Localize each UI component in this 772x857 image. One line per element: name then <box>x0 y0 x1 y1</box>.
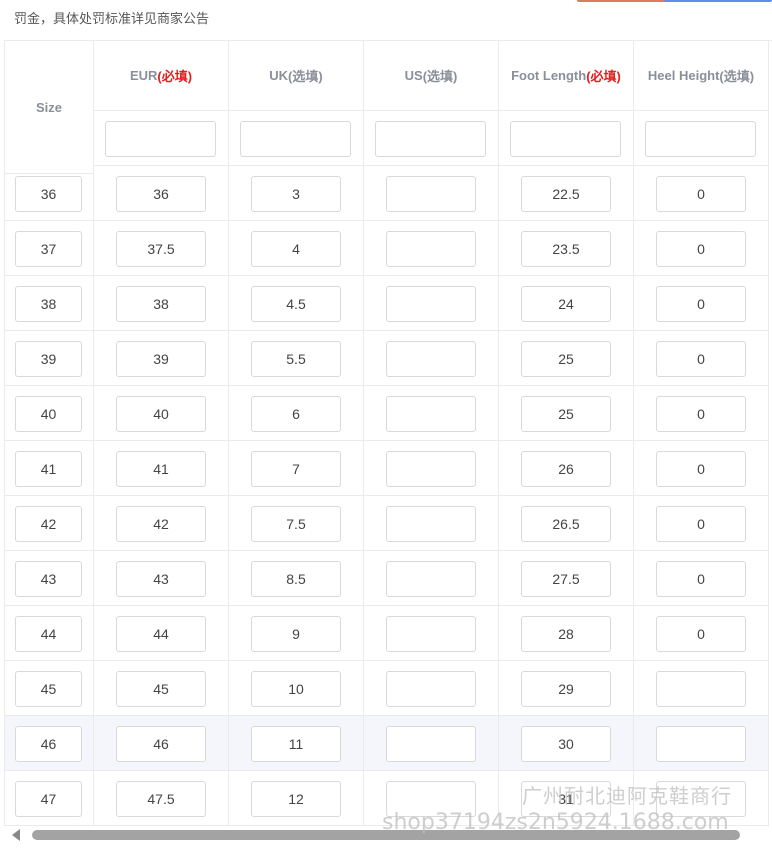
us-input[interactable] <box>386 286 476 322</box>
size-input[interactable]: 43 <box>15 561 82 597</box>
uk-input[interactable]: 12 <box>251 781 341 817</box>
eur-input[interactable]: 39 <box>116 341 206 377</box>
eur-input[interactable]: 41 <box>116 451 206 487</box>
uk-input[interactable]: 5.5 <box>251 341 341 377</box>
size-input[interactable]: 36 <box>15 176 82 212</box>
us-input[interactable] <box>386 341 476 377</box>
eur-input[interactable]: 46 <box>116 726 206 762</box>
uk-input[interactable]: 7 <box>251 451 341 487</box>
us-input[interactable] <box>386 506 476 542</box>
foot-length-input[interactable]: 25 <box>521 396 611 432</box>
foot-length-input[interactable]: 30 <box>521 726 611 762</box>
us-input[interactable] <box>386 451 476 487</box>
foot-length-input[interactable]: 28 <box>521 616 611 652</box>
heel-height-input[interactable]: 0 <box>656 396 746 432</box>
heel-height-input[interactable]: 0 <box>656 176 746 212</box>
heel-height-input[interactable]: 0 <box>656 451 746 487</box>
size-input[interactable]: 41 <box>15 451 82 487</box>
optional-tag: (选填) <box>422 69 458 84</box>
column-header-label: US <box>404 68 423 83</box>
batch-fill-input-uk[interactable] <box>240 121 351 157</box>
us-input[interactable] <box>386 726 476 762</box>
foot-length-input[interactable]: 25 <box>521 341 611 377</box>
heel-height-input[interactable]: 0 <box>656 616 746 652</box>
column-header-eur: EUR (必填) <box>94 41 229 111</box>
uk-input[interactable]: 7.5 <box>251 506 341 542</box>
foot-length-input[interactable]: 29 <box>521 671 611 707</box>
column-header-us: US (选填) <box>364 41 499 111</box>
batch-fill-input-foot-length[interactable] <box>510 121 621 157</box>
heel-height-input[interactable]: 0 <box>656 561 746 597</box>
uk-input[interactable]: 3 <box>251 176 341 212</box>
scroll-thumb[interactable] <box>32 830 740 840</box>
uk-input[interactable]: 10 <box>251 671 341 707</box>
heel-height-input[interactable]: 0 <box>656 506 746 542</box>
us-input[interactable] <box>386 231 476 267</box>
uk-input[interactable]: 4 <box>251 231 341 267</box>
eur-input[interactable]: 36 <box>116 176 206 212</box>
foot-length-input[interactable]: 27.5 <box>521 561 611 597</box>
size-input[interactable]: 44 <box>15 616 82 652</box>
size-input[interactable]: 47 <box>15 781 82 817</box>
us-input[interactable] <box>386 781 476 817</box>
top-accent-bar <box>577 0 772 2</box>
size-input[interactable]: 40 <box>15 396 82 432</box>
column-header-heel-height: Heel Height (选填) <box>634 41 769 111</box>
eur-input[interactable]: 38 <box>116 286 206 322</box>
column-header-foot-length: Foot Length (必填) <box>499 41 634 111</box>
foot-length-input[interactable]: 26.5 <box>521 506 611 542</box>
required-tag: (必填) <box>586 69 621 84</box>
foot-length-input[interactable]: 24 <box>521 286 611 322</box>
heel-height-input[interactable]: 0 <box>656 231 746 267</box>
uk-input[interactable]: 9 <box>251 616 341 652</box>
uk-input[interactable]: 6 <box>251 396 341 432</box>
optional-tag: (选填) <box>288 69 323 84</box>
us-input[interactable] <box>386 616 476 652</box>
foot-length-input[interactable]: 26 <box>521 451 611 487</box>
size-input[interactable]: 45 <box>15 671 82 707</box>
scroll-left-arrow-icon[interactable] <box>12 829 20 841</box>
heel-height-input[interactable]: 0 <box>656 286 746 322</box>
column-header-label: Heel Height <box>647 68 720 83</box>
penalty-notice: 罚金，具体处罚标准详见商家公告 <box>14 12 210 27</box>
size-input[interactable]: 38 <box>15 286 82 322</box>
heel-height-input[interactable] <box>656 781 746 817</box>
eur-input[interactable]: 47.5 <box>116 781 206 817</box>
foot-length-input[interactable]: 31 <box>521 781 611 817</box>
eur-input[interactable]: 44 <box>116 616 206 652</box>
eur-input[interactable]: 43 <box>116 561 206 597</box>
eur-input[interactable]: 40 <box>116 396 206 432</box>
size-column-header: Size <box>5 41 94 174</box>
heel-height-input[interactable]: 0 <box>656 341 746 377</box>
optional-tag: (选填) <box>719 69 755 84</box>
uk-input[interactable]: 8.5 <box>251 561 341 597</box>
us-input[interactable] <box>386 396 476 432</box>
column-header-label: EUR <box>129 68 158 83</box>
column-header-uk: UK (选填) <box>229 41 364 111</box>
size-input[interactable]: 37 <box>15 231 82 267</box>
eur-input[interactable]: 37.5 <box>116 231 206 267</box>
size-chart-table: Size EUR (必填) UK (选填) US (选填) Foot Length (必填) He… <box>4 40 772 827</box>
heel-height-input[interactable] <box>656 671 746 707</box>
size-input[interactable]: 46 <box>15 726 82 762</box>
uk-input[interactable]: 4.5 <box>251 286 341 322</box>
size-input[interactable]: 42 <box>15 506 82 542</box>
batch-fill-input-us[interactable] <box>375 121 486 157</box>
foot-length-input[interactable]: 22.5 <box>521 176 611 212</box>
us-input[interactable] <box>386 561 476 597</box>
column-header-label: UK <box>269 68 289 83</box>
heel-height-input[interactable] <box>656 726 746 762</box>
eur-input[interactable]: 45 <box>116 671 206 707</box>
batch-fill-input-heel-height[interactable] <box>645 121 756 157</box>
eur-input[interactable]: 42 <box>116 506 206 542</box>
size-input[interactable]: 39 <box>15 341 82 377</box>
batch-fill-input-eur[interactable] <box>105 121 216 157</box>
column-header-label: Foot Length <box>511 68 587 83</box>
uk-input[interactable]: 11 <box>251 726 341 762</box>
horizontal-scrollbar[interactable] <box>4 826 772 844</box>
us-input[interactable] <box>386 671 476 707</box>
us-input[interactable] <box>386 176 476 212</box>
foot-length-input[interactable]: 23.5 <box>521 231 611 267</box>
required-tag: (必填) <box>157 69 193 84</box>
